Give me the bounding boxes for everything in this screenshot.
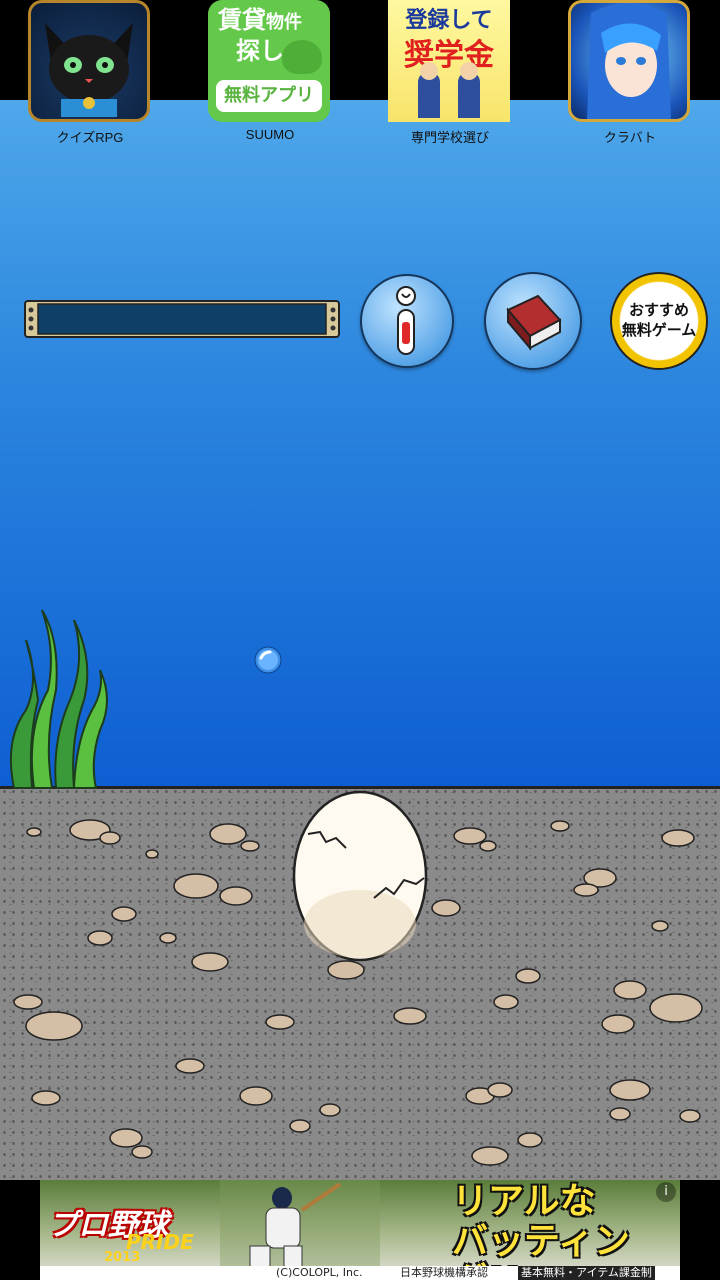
status-gauge — [24, 300, 340, 338]
ad-banner-baseball[interactable]: プロ野球 PRIDE 2013 リアルな バッティング!! i (C)COLOP… — [40, 1180, 680, 1280]
ad-credit-pricing: 基本無料・アイテム課金制 — [518, 1266, 655, 1280]
suumo-icon-text: 探し — [236, 37, 284, 65]
book-icon — [506, 294, 562, 351]
suumo-icon: 賃貸物件 探し 無料アプリ — [208, 0, 330, 122]
ad-logo-year: 2013 — [104, 1250, 141, 1265]
cracked-egg[interactable] — [290, 784, 430, 962]
bubble — [254, 646, 282, 674]
suumo-icon-badge: 無料アプリ — [216, 80, 322, 112]
book-button[interactable] — [484, 272, 582, 370]
suumo-icon-text: 賃貸 — [218, 6, 266, 34]
app-ad-quiz-rpg[interactable]: クイズRPG — [0, 0, 150, 150]
thermometer-icon — [396, 286, 416, 355]
ad-credit-bar: (C)COLOPL, Inc. 日本野球機構承認 基本無料・アイテム課金制 — [40, 1266, 680, 1280]
anime-girl-icon — [568, 0, 690, 122]
scholarship-icon: 登録して 奨学金 — [388, 0, 510, 122]
ad-info-icon[interactable]: i — [656, 1182, 676, 1202]
ad-credit-license: 日本野球機構承認 — [400, 1266, 488, 1279]
app-ad-suumo[interactable]: 賃貸物件 探し 無料アプリ SUUMO — [180, 0, 330, 150]
seaweed — [9, 609, 108, 789]
recommend-games-button[interactable]: おすすめ 無料ゲーム — [610, 272, 708, 370]
app-ad-label: 専門学校選び — [410, 130, 489, 145]
ad-credit-copyright: (C)COLOPL, Inc. — [276, 1266, 363, 1279]
suumo-icon-text: 物件 — [266, 12, 302, 33]
scholarship-icon-text: 奨学金 — [404, 38, 494, 73]
app-ad-kurabato[interactable]: クラバト — [540, 0, 690, 150]
app-ad-senmon[interactable]: 登録して 奨学金 専門学校選び — [360, 0, 510, 150]
app-ad-label: SUUMO — [245, 127, 295, 142]
app-ad-label: クラバト — [603, 130, 657, 145]
recommend-games-label: おすすめ 無料ゲーム — [621, 301, 697, 339]
ad-logo: プロ野球 PRIDE 2013 — [48, 1200, 248, 1265]
status-button[interactable] — [360, 274, 454, 368]
black-cat-icon — [28, 0, 150, 122]
app-ad-label: クイズRPG — [56, 130, 124, 145]
